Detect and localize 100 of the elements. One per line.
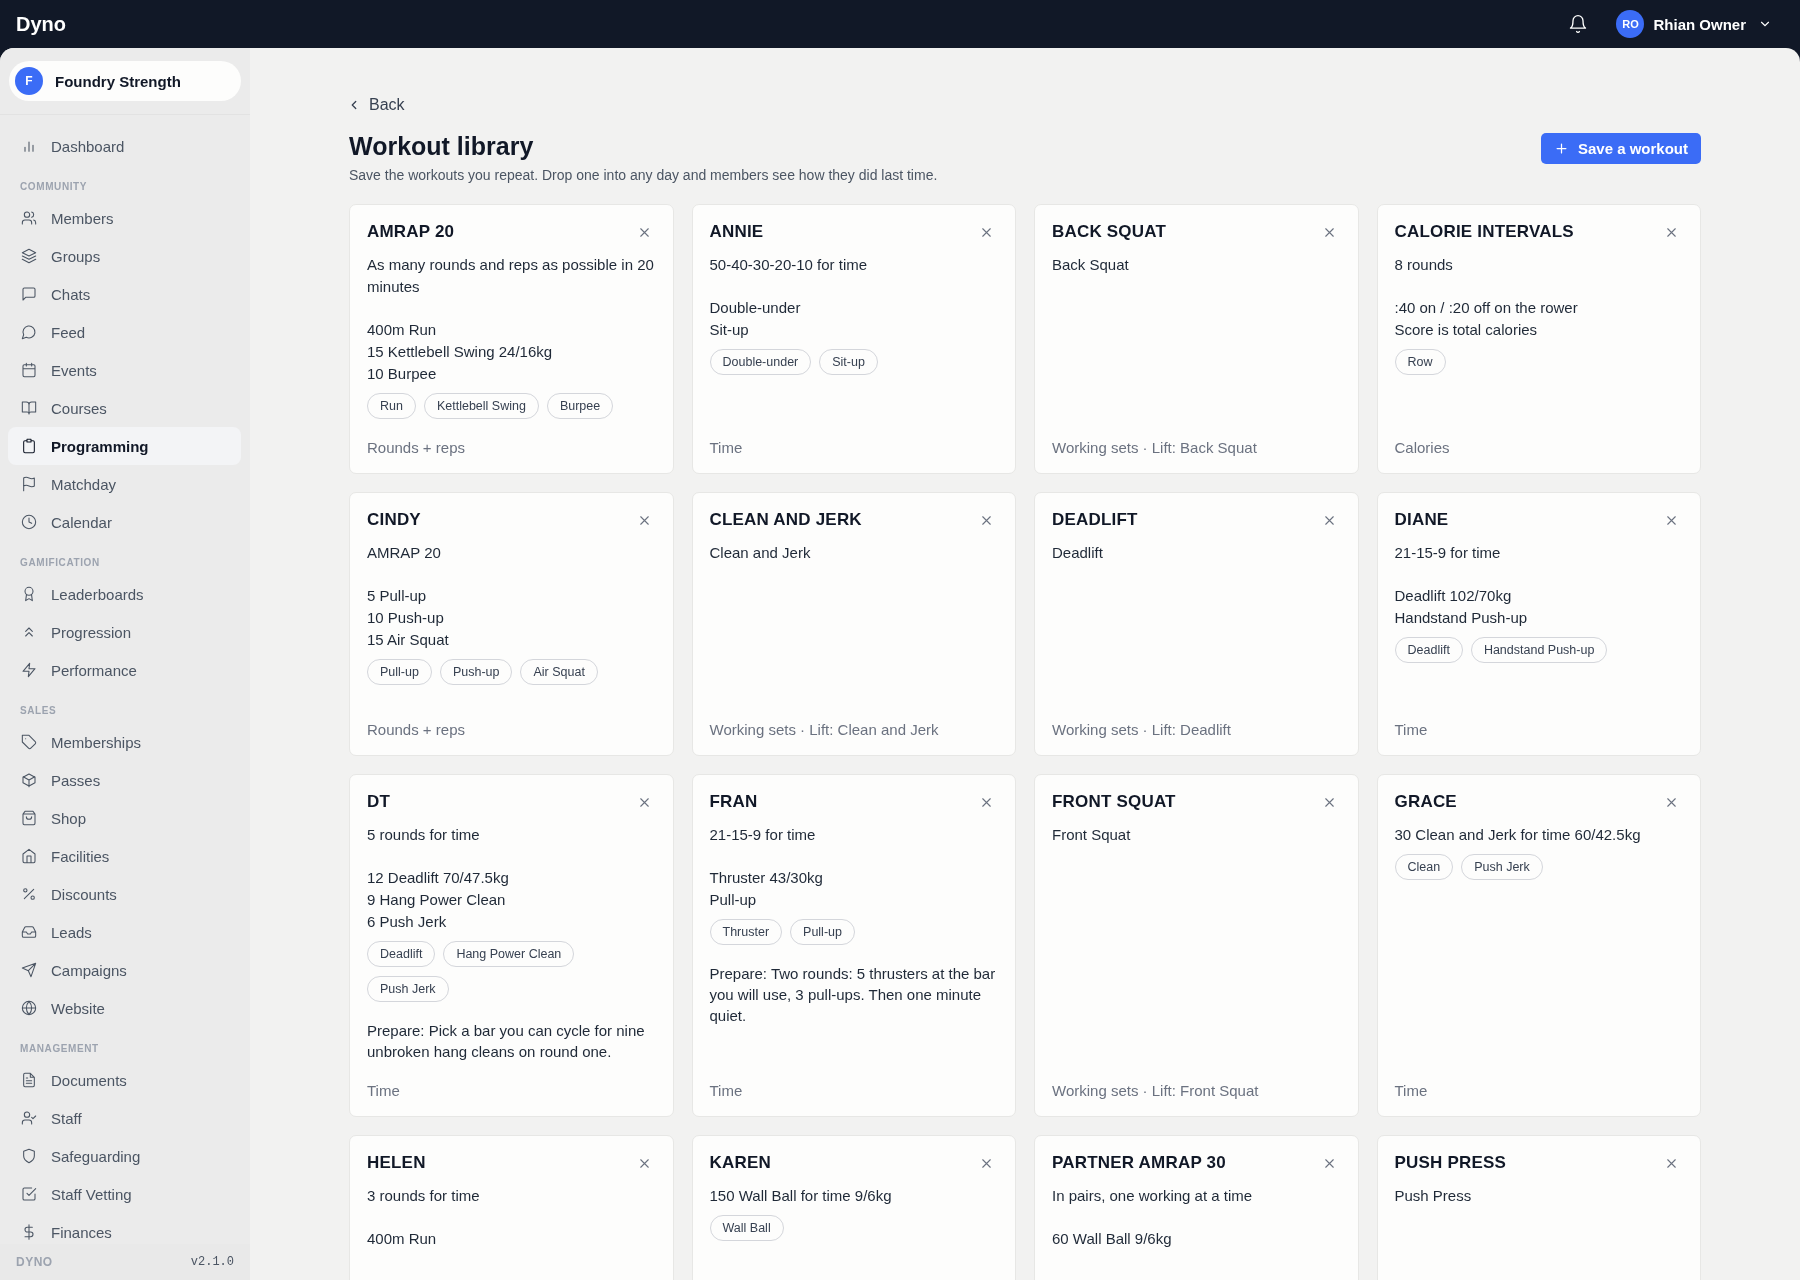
- sidebar-item[interactable]: Matchday: [8, 465, 241, 503]
- workout-name: KAREN: [709, 1153, 771, 1173]
- workout-line: 10 Push-up: [367, 608, 445, 628]
- workout-card[interactable]: FRAN 21-15-9 for time Thruster 43/30kg Pull-up Thruster Pull-up Prepare: Two rounds: 5 thrusters at the bar you will use, 3 pull-ups. Then one minute quiet. Time: [691, 774, 1016, 1117]
- score-type: Time: [367, 1082, 401, 1099]
- page-title: Workout library: [349, 132, 535, 161]
- prepare-note: Prepare: Two rounds: 5 thrusters at the bar you will use, 3 pull-ups. Then one minute quiet.: [709, 964, 997, 1026]
- workout-card[interactable]: BACK SQUAT Back Squat Working sets · Lift: Back Squat: [1034, 204, 1359, 474]
- sidebar-item[interactable]: Courses: [8, 389, 241, 427]
- workout-name: CLEAN AND JERK: [709, 510, 862, 530]
- movement-tag: Push-up: [439, 659, 513, 685]
- organization-switcher[interactable]: F Foundry Strength: [9, 61, 241, 101]
- sidebar-item[interactable]: Website: [8, 989, 241, 1027]
- sidebar-item[interactable]: Progression: [8, 613, 241, 651]
- workout-line: Double-under: [709, 298, 802, 318]
- sidebar-item[interactable]: Members: [8, 199, 241, 237]
- workout-card[interactable]: PARTNER AMRAP 30 In pairs, one working at a time 60 Wall Ball 9/6kg: [1034, 1135, 1359, 1280]
- workout-line: 30 Clean and Jerk for time 60/42.5kg: [1394, 825, 1642, 845]
- sidebar-item[interactable]: Staff: [8, 1099, 241, 1137]
- workout-card[interactable]: HELEN 3 rounds for time 400m Run: [349, 1135, 674, 1280]
- save-workout-button[interactable]: Save a workout: [1540, 133, 1701, 164]
- workout-name: DEADLIFT: [1052, 510, 1138, 530]
- workout-line: 5 rounds for time: [367, 825, 481, 845]
- workout-line: 15 Air Squat: [367, 630, 450, 650]
- workout-line: 8 rounds: [1394, 255, 1454, 275]
- send-icon: [21, 962, 37, 978]
- score-type: Working sets · Lift: Clean and Jerk: [709, 721, 940, 738]
- workout-line: As many rounds and reps as possible in 20 minutes: [367, 255, 655, 297]
- workout-line: 50-40-30-20-10 for time: [709, 255, 869, 275]
- sidebar-item[interactable]: Leaderboards: [8, 575, 241, 613]
- workout-card[interactable]: DEADLIFT Deadlift Working sets · Lift: Deadlift: [1034, 492, 1359, 756]
- workout-card[interactable]: ANNIE 50-40-30-20-10 for time Double-under Sit-up Double-under Sit-up Time: [691, 204, 1016, 474]
- user-check-icon: [21, 1110, 37, 1126]
- back-link[interactable]: Back: [347, 96, 405, 114]
- dollar-icon: [21, 1224, 37, 1240]
- score-type: Rounds + reps: [367, 439, 466, 456]
- sidebar-item[interactable]: Safeguarding: [8, 1137, 241, 1175]
- sidebar-item[interactable]: Discounts: [8, 875, 241, 913]
- movement-tag: Kettlebell Swing: [423, 393, 539, 419]
- workout-card[interactable]: CALORIE INTERVALS 8 rounds :40 on / :20 off on the rower Score is total calories Row Calories: [1376, 204, 1701, 474]
- user-menu[interactable]: RO Rhian Owner: [1616, 10, 1772, 38]
- section-heading: MANAGEMENT: [20, 1042, 100, 1056]
- sidebar-item[interactable]: Memberships: [8, 723, 241, 761]
- sidebar-item[interactable]: Leads: [8, 913, 241, 951]
- sidebar-item[interactable]: Shop: [8, 799, 241, 837]
- sidebar-item[interactable]: Groups: [8, 237, 241, 275]
- sidebar-item[interactable]: Events: [8, 351, 241, 389]
- sidebar-item[interactable]: Programming: [8, 427, 241, 465]
- workout-line: Back Squat: [1052, 255, 1130, 275]
- workout-line: 12 Deadlift 70/47.5kg: [367, 868, 510, 888]
- workout-line: 5 Pull-up: [367, 586, 428, 606]
- workout-card[interactable]: GRACE 30 Clean and Jerk for time 60/42.5kg Clean Push Jerk Time: [1376, 774, 1701, 1117]
- sidebar-item[interactable]: Passes: [8, 761, 241, 799]
- movement-tag: Sit-up: [819, 349, 878, 375]
- workout-card[interactable]: AMRAP 20 As many rounds and reps as possible in 20 minutes 400m Run 15 Kettlebell Swing 24/16kg 10 Burpee Run Kettlebell Swing Burpee Rounds + reps: [349, 204, 674, 474]
- workout-name: FRAN: [709, 792, 758, 812]
- movement-tag: Pull-up: [367, 659, 432, 685]
- sidebar-item[interactable]: Feed: [8, 313, 241, 351]
- workout-card[interactable]: CINDY AMRAP 20 5 Pull-up 10 Push-up 15 Air Squat Pull-up Push-up Air Squat Rounds + reps: [349, 492, 674, 756]
- movement-tag: Hang Power Clean: [443, 941, 575, 967]
- workout-card[interactable]: FRONT SQUAT Front Squat Working sets · Lift: Front Squat: [1034, 774, 1359, 1117]
- bolt-icon: [21, 662, 37, 678]
- score-type: Rounds + reps: [367, 721, 466, 738]
- sidebar-item[interactable]: Staff Vetting: [8, 1175, 241, 1213]
- shield-icon: [21, 1148, 37, 1164]
- movement-tag: Run: [367, 393, 416, 419]
- movement-tag: Push Jerk: [367, 976, 449, 1002]
- workout-line: Deadlift 102/70kg: [1394, 586, 1513, 606]
- users-icon: [21, 210, 37, 226]
- section-heading: COMMUNITY: [20, 180, 89, 194]
- sidebar-item[interactable]: Campaigns: [8, 951, 241, 989]
- workout-line: 6 Push Jerk: [367, 912, 448, 932]
- sidebar-item[interactable]: Calendar: [8, 503, 241, 541]
- workout-name: GRACE: [1394, 792, 1457, 812]
- workout-line: Score is total calories: [1394, 320, 1539, 340]
- sidebar-item[interactable]: Finances: [8, 1213, 241, 1244]
- organization-avatar: F: [15, 67, 43, 95]
- movement-tag: Handstand Push-up: [1470, 637, 1608, 663]
- workout-line: Push Press: [1394, 1186, 1473, 1206]
- workout-line: Deadlift: [1052, 543, 1104, 563]
- sidebar-item[interactable]: Dashboard: [8, 127, 241, 165]
- workout-card[interactable]: DT 5 rounds for time 12 Deadlift 70/47.5kg 9 Hang Power Clean 6 Push Jerk Deadlift Hang Power Clean Push Jerk Prepare: Pick a bar you can cycle for nine unbroken hang cleans on round one. Time: [349, 774, 674, 1117]
- sidebar-item[interactable]: Chats: [8, 275, 241, 313]
- workout-name: CALORIE INTERVALS: [1394, 222, 1574, 242]
- score-type: Time: [709, 439, 744, 456]
- brand-name: Dyno: [16, 12, 66, 36]
- workout-name: BACK SQUAT: [1052, 222, 1167, 242]
- score-type: Time: [1394, 721, 1429, 738]
- sidebar-item[interactable]: Performance: [8, 651, 241, 689]
- workout-card[interactable]: DIANE 21-15-9 for time Deadlift 102/70kg Handstand Push-up Deadlift Handstand Push-up Time: [1376, 492, 1701, 756]
- sidebar-item[interactable]: Facilities: [8, 837, 241, 875]
- workout-line: 21-15-9 for time: [1394, 543, 1502, 563]
- score-type: Working sets · Lift: Deadlift: [1052, 721, 1232, 738]
- workout-line: Handstand Push-up: [1394, 608, 1529, 628]
- score-type: Calories: [1394, 439, 1451, 456]
- workout-card[interactable]: PUSH PRESS Push Press: [1376, 1135, 1701, 1280]
- workout-card[interactable]: CLEAN AND JERK Clean and Jerk Working sets · Lift: Clean and Jerk: [691, 492, 1016, 756]
- bell-icon[interactable]: [1568, 14, 1589, 34]
- workout-card[interactable]: KAREN 150 Wall Ball for time 9/6kg Wall Ball: [691, 1135, 1016, 1280]
- sidebar-item[interactable]: Documents: [8, 1061, 241, 1099]
